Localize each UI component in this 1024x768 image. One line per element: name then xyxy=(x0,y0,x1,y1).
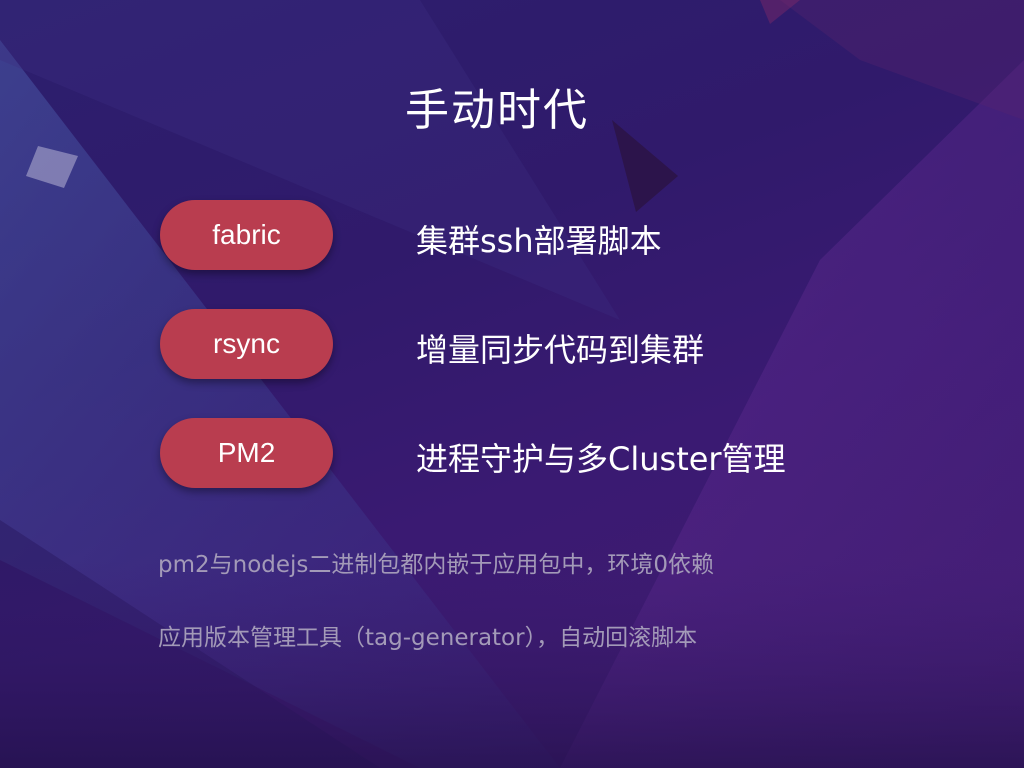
tool-badge-rsync: rsync xyxy=(160,309,333,379)
tool-description-pm2: 进程守护与多Cluster管理 xyxy=(416,440,786,478)
tool-description-rsync: 增量同步代码到集群 xyxy=(416,331,705,369)
slide: 手动时代 fabric 集群ssh部署脚本 rsync 增量同步代码到集群 PM… xyxy=(0,0,1024,768)
tool-description-fabric: 集群ssh部署脚本 xyxy=(416,222,662,260)
tool-badge-fabric: fabric xyxy=(160,200,333,270)
note-versioning: 应用版本管理工具（tag-generator），自动回滚脚本 xyxy=(158,625,698,651)
note-environment: pm2与nodejs二进制包都内嵌于应用包中，环境0依赖 xyxy=(158,552,715,578)
tool-badge-pm2: PM2 xyxy=(160,418,333,488)
slide-title: 手动时代 xyxy=(405,85,589,136)
